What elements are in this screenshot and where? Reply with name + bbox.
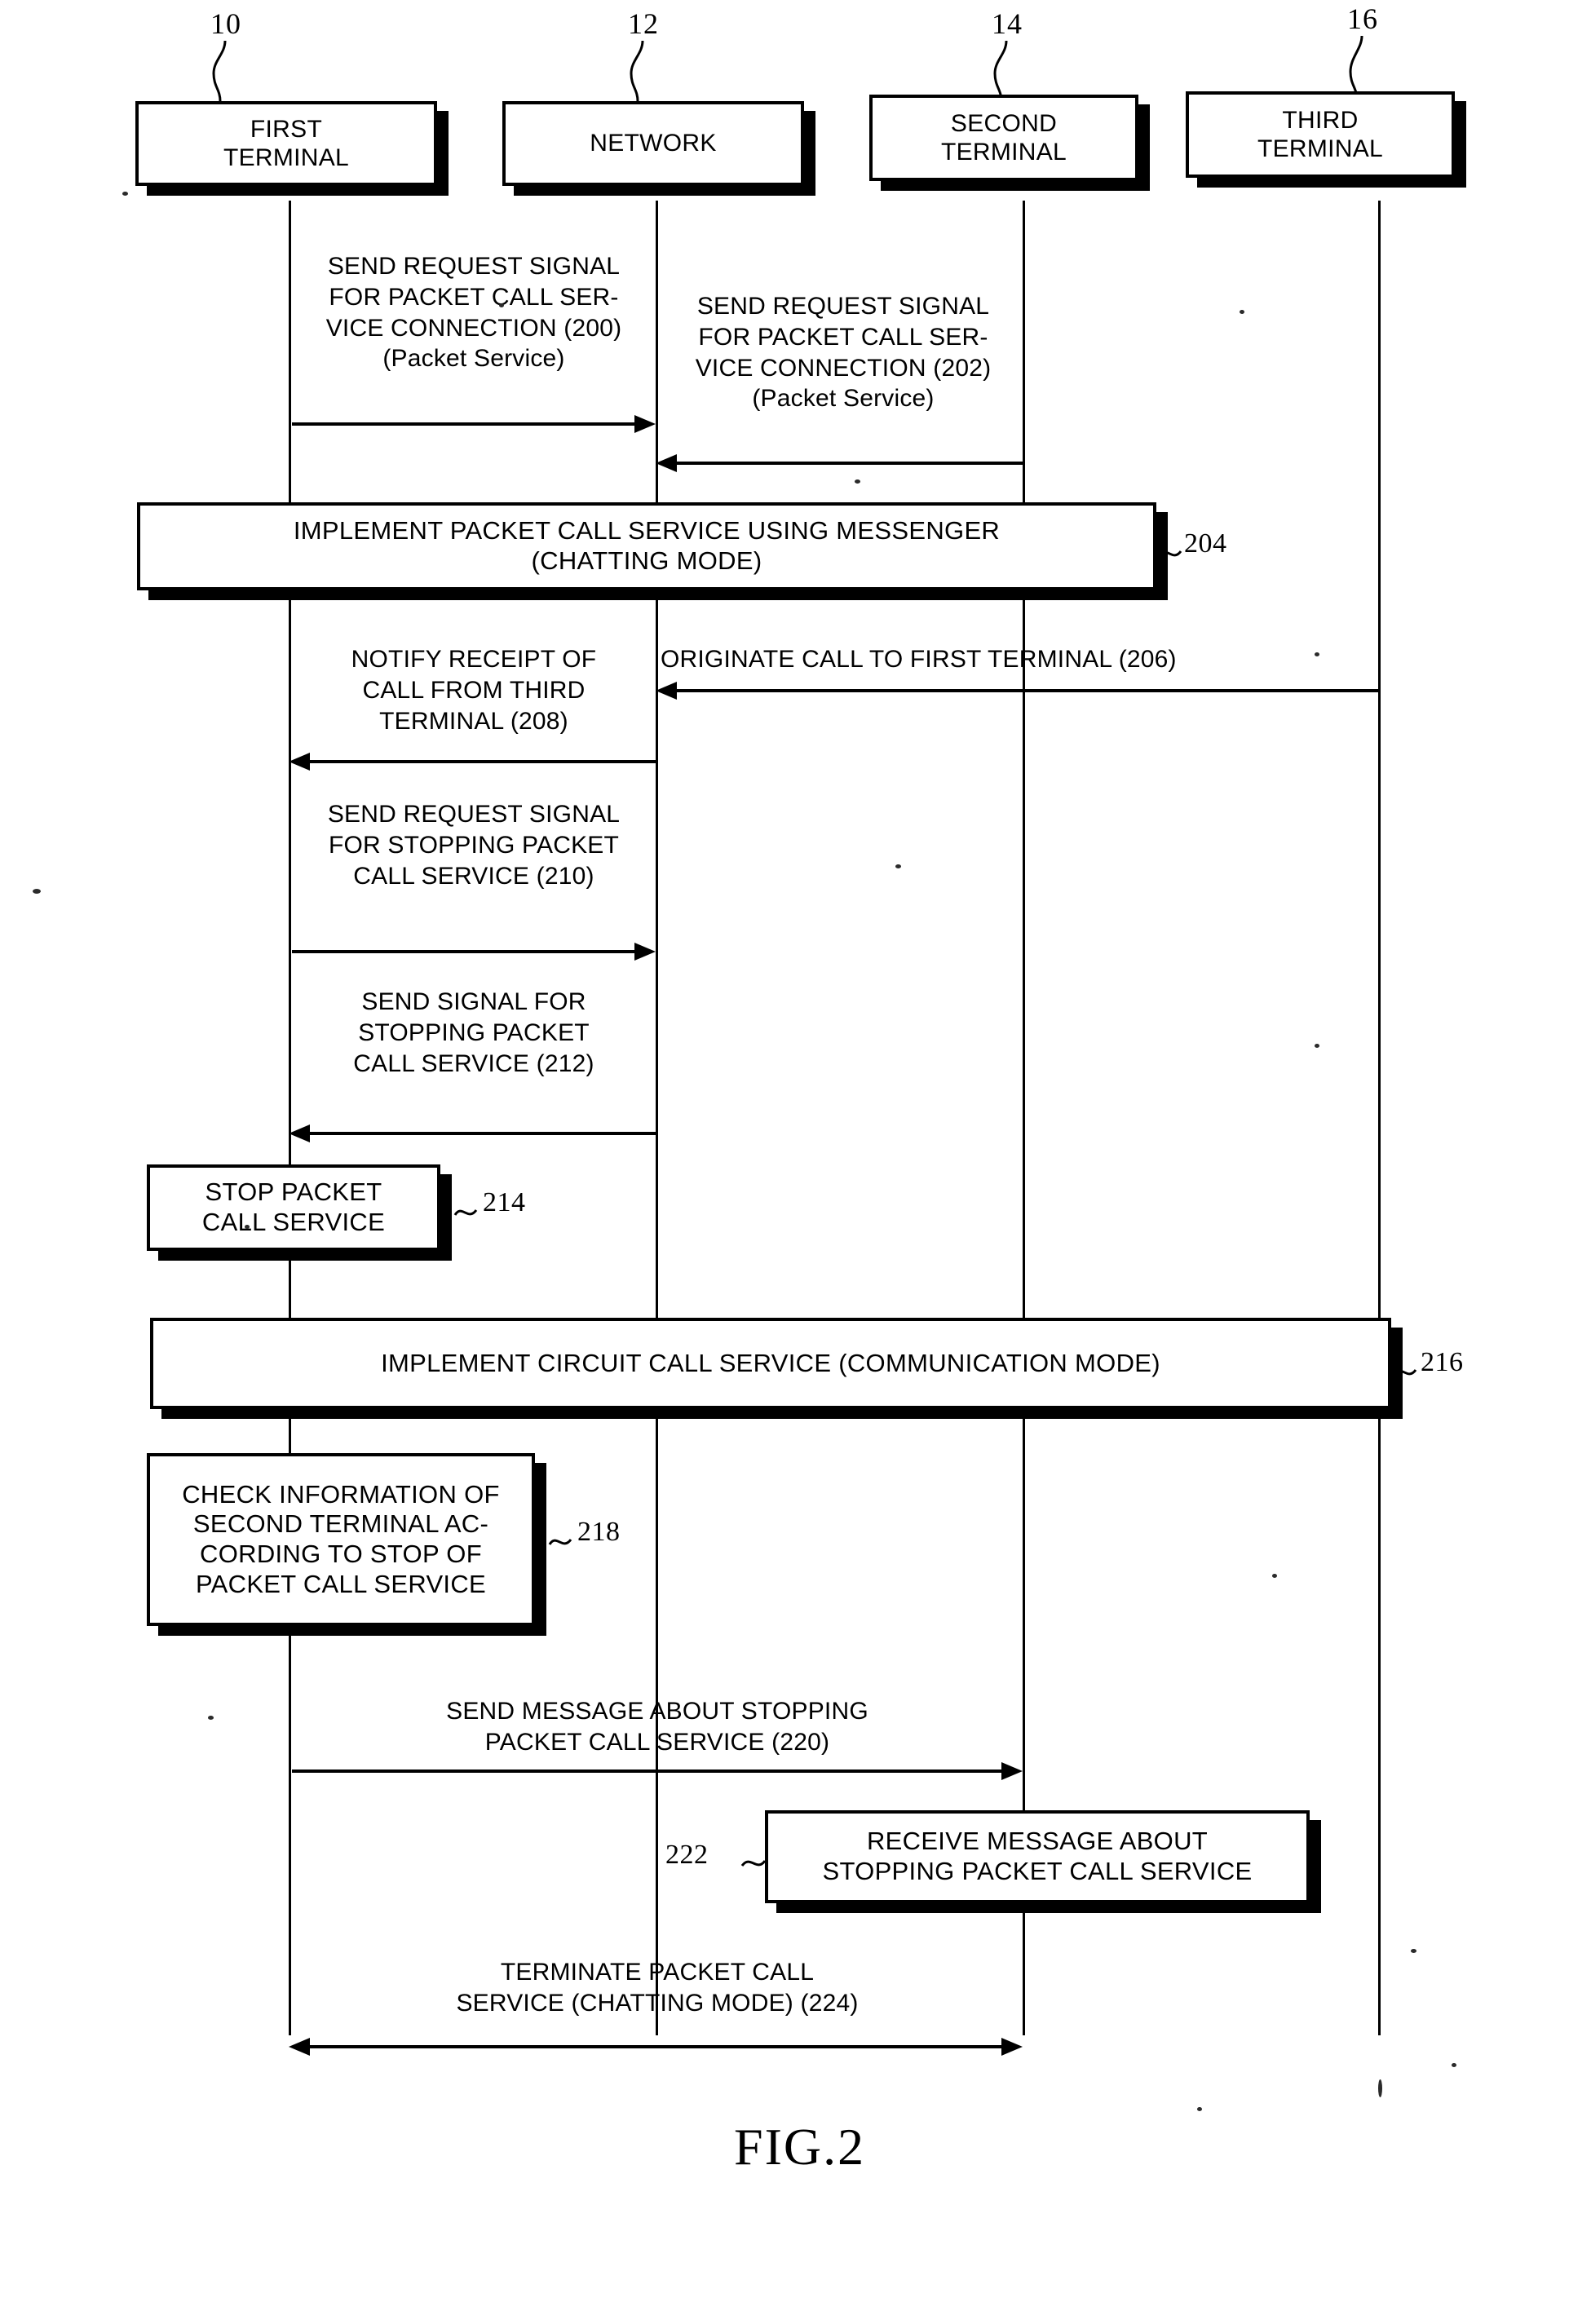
check-information-block: CHECK INFORMATION OF SECOND TERMINAL AC-… (147, 1453, 535, 1626)
scan-speck (1272, 1574, 1277, 1578)
participant-label-line2: TERMINAL (1257, 135, 1384, 162)
message-label-220: SEND MESSAGE ABOUT STOPPING PACKET CALL … (446, 1698, 868, 1756)
message-label-206: ORIGINATE CALL TO FIRST TERMINAL (206) (661, 646, 1177, 673)
side-ref-222: 222 (665, 1840, 709, 1870)
message-label-208: NOTIFY RECEIPT OF CALL FROM THIRD TERMIN… (351, 646, 597, 735)
block-204-line2: (CHATTING MODE) (531, 546, 762, 575)
scan-speck (895, 864, 901, 868)
message-label-202: SEND REQUEST SIGNAL FOR PACKET CALL SER-… (695, 293, 992, 413)
reference-numeral-16: 16 (1347, 2, 1378, 35)
leader-line-10 (212, 40, 227, 102)
scan-speck (208, 1716, 214, 1720)
message-arrow-line-224 (310, 2045, 1001, 2048)
patent-figure-page: 10 12 14 16 FIRST TERMINAL NETWORK SECON… (0, 0, 1591, 2324)
participant-box-third-terminal: THIRD TERMINAL (1186, 91, 1455, 178)
message-arrow-line-220 (292, 1770, 1001, 1773)
participant-box-second-terminal: SECOND TERMINAL (869, 95, 1138, 181)
participant-label-line1: THIRD (1282, 106, 1359, 134)
side-ref-216: 216 (1421, 1347, 1464, 1377)
block-214-line2: CALL SERVICE (201, 1208, 386, 1236)
message-arrow-head-200 (634, 415, 656, 433)
message-label-212: SEND SIGNAL FOR STOPPING PACKET CALL SER… (353, 988, 594, 1077)
scan-speck (855, 479, 860, 484)
lifeline-second-terminal (1023, 201, 1025, 2035)
lifeline-third-terminal (1378, 201, 1381, 2035)
block-222-line1: RECEIVE MESSAGE ABOUT (866, 1827, 1209, 1856)
message-arrow-line-212 (310, 1132, 656, 1135)
block-218-line4: PACKET CALL SERVICE (195, 1569, 487, 1598)
scan-speck (1452, 2063, 1456, 2067)
scan-speck (122, 192, 128, 196)
message-arrow-head-202 (656, 454, 677, 472)
participant-label-line2: TERMINAL (223, 144, 350, 171)
message-label-200: SEND REQUEST SIGNAL FOR PACKET CALL SER-… (325, 253, 622, 373)
reference-numeral-10: 10 (210, 7, 241, 40)
implement-packet-call-service-block: IMPLEMENT PACKET CALL SERVICE USING MESS… (137, 502, 1156, 590)
message-arrow-head-206 (656, 682, 677, 700)
scan-speck (33, 889, 41, 894)
block-222-line2: STOPPING PACKET CALL SERVICE (822, 1857, 1253, 1885)
message-arrow-head-224-right (1001, 2038, 1023, 2056)
message-arrow-head-210 (634, 943, 656, 961)
leader-line-12 (630, 40, 644, 102)
implement-circuit-call-service-block: IMPLEMENT CIRCUIT CALL SERVICE (COMMUNIC… (150, 1318, 1391, 1409)
participant-label-line1: FIRST (250, 115, 323, 143)
scan-speck (1240, 310, 1244, 314)
participant-box-network: NETWORK (502, 101, 804, 186)
block-216-line1: IMPLEMENT CIRCUIT CALL SERVICE (COMMUNIC… (381, 1348, 1160, 1377)
message-arrow-head-220 (1001, 1762, 1023, 1780)
leader-line-222 (740, 1859, 767, 1867)
participant-label-line2: TERMINAL (940, 139, 1067, 166)
block-214-line1: STOP PACKET (205, 1177, 382, 1207)
block-218-line3: CORDING TO STOP OF (200, 1540, 482, 1568)
message-arrow-line-210 (292, 950, 634, 953)
block-218-line2: SECOND TERMINAL AC- (192, 1509, 489, 1539)
receive-message-block: RECEIVE MESSAGE ABOUT STOPPING PACKET CA… (765, 1810, 1310, 1903)
message-arrow-line-208 (310, 760, 656, 763)
message-arrow-head-208 (289, 753, 310, 771)
reference-numeral-14: 14 (992, 7, 1023, 40)
message-arrow-head-212 (289, 1124, 310, 1142)
message-arrow-line-202 (677, 462, 1023, 465)
side-ref-218: 218 (577, 1517, 621, 1547)
message-label-210: SEND REQUEST SIGNAL FOR STOPPING PACKET … (327, 801, 621, 890)
scan-speck (245, 1225, 250, 1229)
message-label-224: TERMINATE PACKET CALL SERVICE (CHATTING … (456, 1959, 859, 2017)
scan-speck (499, 303, 504, 307)
scan-speck (1315, 1044, 1319, 1048)
participant-label-line1: NETWORK (590, 130, 717, 157)
message-arrow-line-200 (292, 422, 634, 426)
scan-speck (1378, 2079, 1382, 2097)
message-arrow-line-206 (677, 689, 1380, 692)
stop-packet-call-service-block: STOP PACKET CALL SERVICE (147, 1164, 440, 1251)
side-ref-204: 204 (1184, 528, 1227, 559)
lifeline-network (656, 201, 658, 2035)
message-arrow-head-224-left (289, 2038, 310, 2056)
block-204-line1: IMPLEMENT PACKET CALL SERVICE USING MESS… (293, 516, 1001, 546)
participant-label-line1: SECOND (950, 109, 1058, 137)
scan-speck (1411, 1949, 1416, 1953)
participant-box-first-terminal: FIRST TERMINAL (135, 101, 437, 186)
scan-speck (1197, 2107, 1202, 2111)
leader-line-14 (993, 40, 1008, 102)
figure-caption: FIG.2 (734, 2118, 866, 2176)
side-ref-214: 214 (483, 1187, 526, 1217)
lifeline-first-terminal (289, 201, 291, 2035)
scan-speck (1315, 652, 1319, 656)
reference-numeral-12: 12 (628, 7, 659, 40)
block-218-line1: CHECK INFORMATION OF (182, 1479, 500, 1509)
